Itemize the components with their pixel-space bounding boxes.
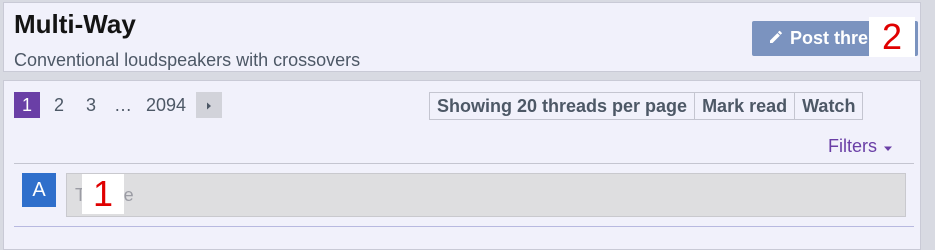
threads-per-page-button[interactable]: Showing 20 threads per page [430, 93, 696, 119]
pencil-icon [768, 28, 784, 49]
page-link[interactable]: 3 [78, 92, 104, 118]
page-link-last[interactable]: 2094 [142, 92, 190, 118]
forum-description: Conventional loudspeakers with crossover… [14, 50, 361, 70]
forum-header: Multi-Way Conventional loudspeakers with… [3, 2, 921, 72]
filters-menu[interactable]: Filters [828, 136, 893, 157]
page-ellipsis[interactable]: … [110, 92, 136, 118]
chevron-right-icon [204, 95, 214, 116]
annotation-marker-2: 2 [869, 17, 915, 57]
watch-button[interactable]: Watch [795, 93, 862, 119]
thread-list-panel: 1 2 3 … 2094 Showing 20 threads per page… [3, 80, 921, 250]
thread-title-input[interactable]: T d title [66, 173, 906, 217]
page-link-current[interactable]: 1 [14, 92, 40, 118]
annotation-marker-1: 1 [82, 174, 124, 214]
divider [14, 163, 914, 164]
forum-title: Multi-Way [14, 9, 136, 39]
thread-list-toolbar: Showing 20 threads per page Mark read Wa… [429, 92, 864, 120]
mark-read-button[interactable]: Mark read [695, 93, 796, 119]
pagination: 1 2 3 … 2094 [14, 92, 223, 118]
divider [14, 226, 914, 227]
next-page-button[interactable] [196, 92, 223, 118]
page-link[interactable]: 2 [46, 92, 72, 118]
avatar: A [22, 173, 56, 207]
caret-down-icon [883, 136, 893, 157]
filters-label: Filters [828, 136, 877, 156]
post-thread-label: Post thre [790, 28, 869, 48]
